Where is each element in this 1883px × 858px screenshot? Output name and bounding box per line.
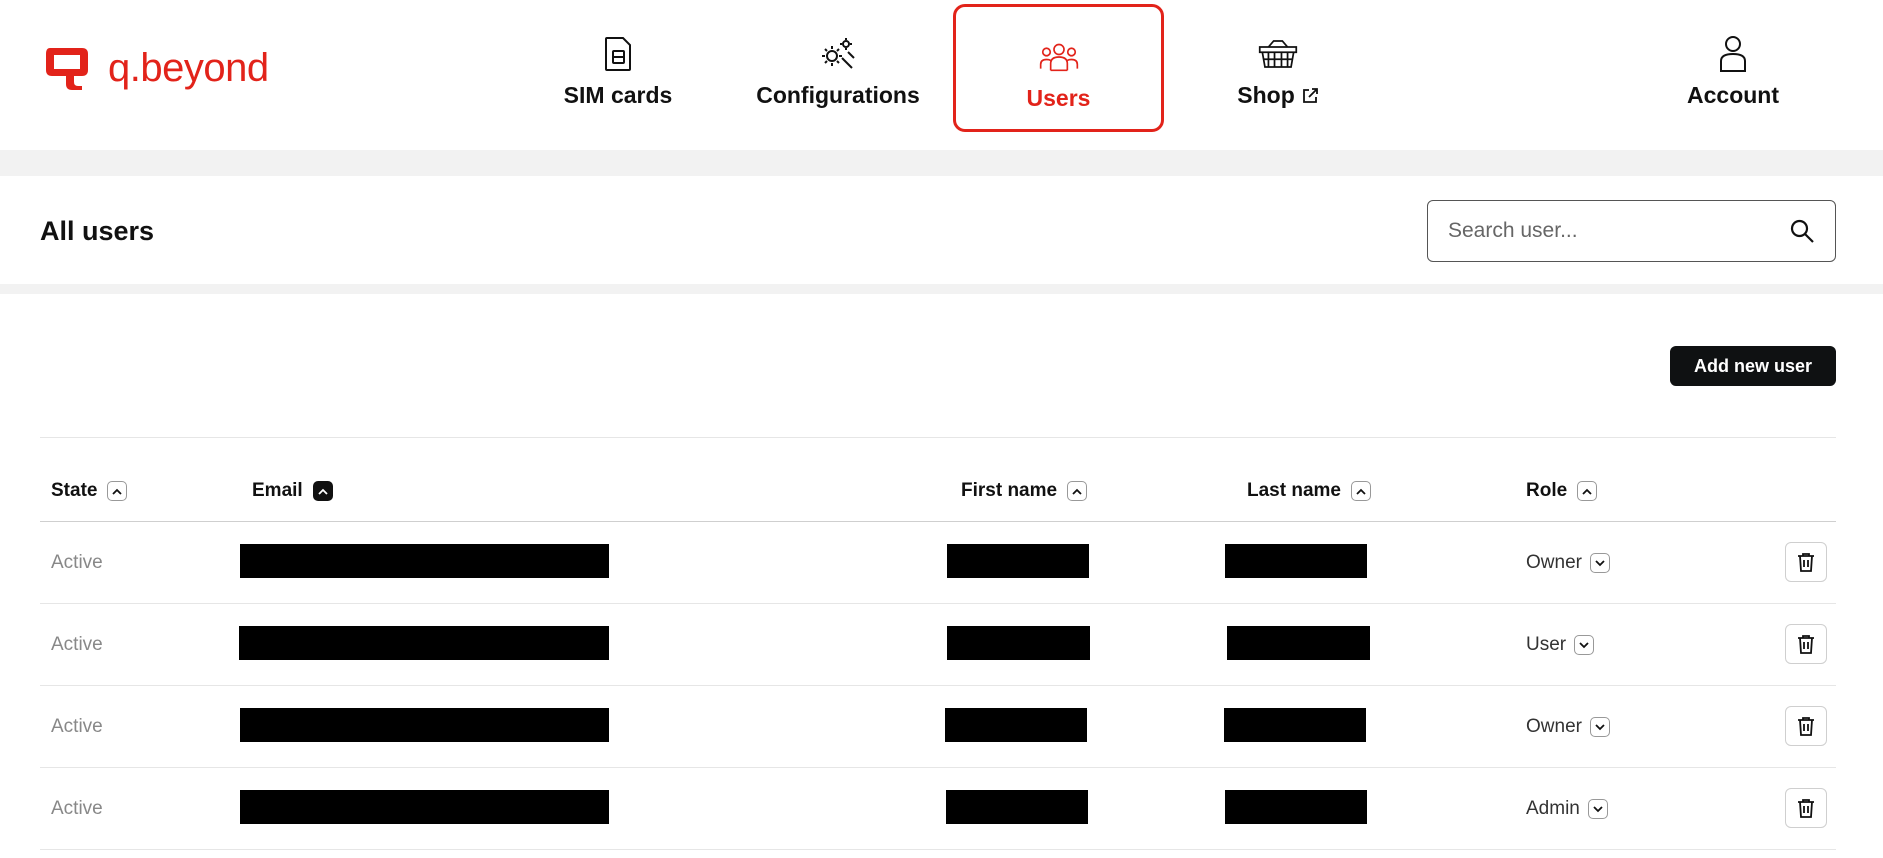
last-name-redacted bbox=[1227, 626, 1370, 660]
sim-card-icon bbox=[598, 34, 638, 74]
table-row: Active Owner bbox=[40, 686, 1836, 768]
nav-configurations-label: Configurations bbox=[756, 82, 920, 108]
first-name-redacted bbox=[947, 626, 1090, 660]
trash-icon bbox=[1798, 635, 1814, 654]
role-select[interactable]: Admin bbox=[1526, 798, 1608, 820]
role-value: Admin bbox=[1526, 798, 1580, 819]
last-name-redacted bbox=[1225, 544, 1367, 578]
delete-user-button[interactable] bbox=[1785, 788, 1827, 828]
first-name-redacted bbox=[946, 790, 1088, 824]
qbeyond-logo-icon bbox=[46, 48, 88, 90]
column-header-email[interactable]: Email bbox=[252, 480, 333, 502]
column-header-role[interactable]: Role bbox=[1526, 480, 1598, 502]
search-input[interactable] bbox=[1448, 219, 1789, 243]
trash-icon bbox=[1798, 717, 1814, 736]
table-row: Active User bbox=[40, 604, 1836, 686]
role-select[interactable]: Owner bbox=[1526, 552, 1610, 574]
last-name-redacted bbox=[1225, 790, 1367, 824]
email-redacted bbox=[240, 790, 609, 824]
nav-shop-label: Shop bbox=[1237, 82, 1319, 109]
chevron-down-icon[interactable] bbox=[1587, 799, 1608, 819]
sort-chevron-up-active-icon[interactable] bbox=[312, 481, 333, 501]
table-row: Active Admin bbox=[40, 768, 1836, 850]
role-select[interactable]: Owner bbox=[1526, 716, 1610, 738]
chevron-down-icon[interactable] bbox=[1589, 553, 1610, 573]
divider bbox=[40, 437, 1836, 438]
role-value: Owner bbox=[1526, 716, 1582, 737]
search-icon[interactable] bbox=[1789, 218, 1815, 244]
nav-account[interactable]: Account bbox=[1680, 4, 1786, 132]
user-state: Active bbox=[51, 716, 103, 737]
column-role-label: Role bbox=[1526, 480, 1568, 501]
sort-chevron-up-icon[interactable] bbox=[107, 481, 128, 501]
role-value: User bbox=[1526, 634, 1567, 655]
nav-shop[interactable]: Shop bbox=[1220, 4, 1336, 132]
trash-icon bbox=[1798, 553, 1814, 572]
chevron-down-icon[interactable] bbox=[1574, 635, 1595, 655]
user-state: Active bbox=[51, 634, 103, 655]
separator-band bbox=[0, 150, 1883, 176]
sort-chevron-up-icon[interactable] bbox=[1350, 481, 1371, 501]
external-link-icon bbox=[1302, 87, 1318, 103]
nav-account-label: Account bbox=[1687, 82, 1779, 108]
delete-user-button[interactable] bbox=[1785, 624, 1827, 664]
person-icon bbox=[1713, 34, 1753, 74]
nav-sim-cards-label: SIM cards bbox=[563, 82, 673, 108]
column-last-name-label: Last name bbox=[1247, 480, 1341, 501]
role-value: Owner bbox=[1526, 552, 1582, 573]
search-box[interactable] bbox=[1427, 200, 1836, 262]
nav-shop-text: Shop bbox=[1237, 82, 1295, 108]
column-first-name-label: First name bbox=[961, 480, 1058, 501]
email-redacted bbox=[239, 626, 609, 660]
user-state: Active bbox=[51, 798, 103, 819]
role-select[interactable]: User bbox=[1526, 634, 1595, 656]
table-header: State Email First name Last name Role bbox=[40, 476, 1836, 522]
column-email-label: Email bbox=[252, 480, 303, 501]
brand-name: q.beyond bbox=[108, 46, 269, 90]
top-header: q.beyond SIM cards Configurations Users … bbox=[0, 0, 1883, 150]
nav-configurations[interactable]: Configurations bbox=[752, 4, 924, 132]
nav-users-label: Users bbox=[1026, 85, 1091, 111]
brand-logo[interactable]: q.beyond bbox=[42, 44, 269, 92]
sort-chevron-up-icon[interactable] bbox=[1577, 481, 1598, 501]
nav-users[interactable]: Users bbox=[953, 4, 1164, 132]
add-new-user-button[interactable]: Add new user bbox=[1670, 346, 1836, 386]
chevron-down-icon[interactable] bbox=[1589, 717, 1610, 737]
email-redacted bbox=[240, 544, 609, 578]
column-state-label: State bbox=[51, 480, 98, 501]
gear-wrench-icon bbox=[818, 34, 858, 74]
delete-user-button[interactable] bbox=[1785, 542, 1827, 582]
page-toolbar: All users bbox=[0, 176, 1883, 284]
trash-icon bbox=[1798, 799, 1814, 818]
separator-band-2 bbox=[0, 284, 1883, 294]
table-row: Active Owner bbox=[40, 522, 1836, 604]
first-name-redacted bbox=[947, 544, 1089, 578]
user-state: Active bbox=[51, 552, 103, 573]
users-icon bbox=[1039, 37, 1079, 77]
email-redacted bbox=[240, 708, 609, 742]
basket-icon bbox=[1258, 34, 1298, 74]
nav-sim-cards[interactable]: SIM cards bbox=[546, 4, 690, 132]
column-header-last-name[interactable]: Last name bbox=[1247, 480, 1371, 502]
last-name-redacted bbox=[1224, 708, 1366, 742]
page-title: All users bbox=[40, 216, 155, 246]
first-name-redacted bbox=[945, 708, 1087, 742]
column-header-state[interactable]: State bbox=[51, 480, 128, 502]
column-header-first-name[interactable]: First name bbox=[961, 480, 1088, 502]
sort-chevron-up-icon[interactable] bbox=[1067, 481, 1088, 501]
delete-user-button[interactable] bbox=[1785, 706, 1827, 746]
